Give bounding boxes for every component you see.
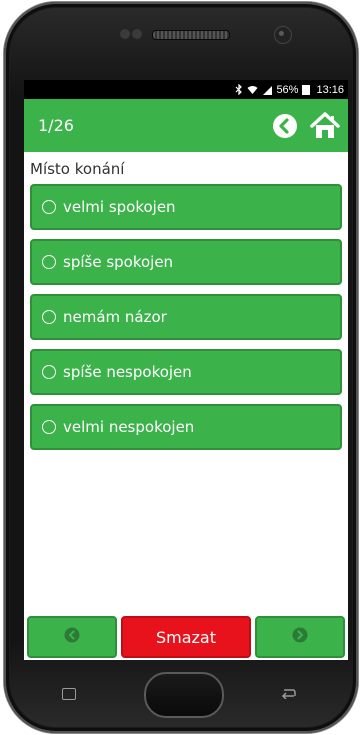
- question-title: Místo konání: [30, 160, 125, 178]
- home-icon[interactable]: [310, 111, 340, 140]
- chevron-left-circle-icon[interactable]: [272, 113, 298, 139]
- option-spise-nespokojen[interactable]: spíše nespokojen: [30, 349, 342, 395]
- bottom-navigation: Smazat: [27, 616, 345, 658]
- option-label: velmi spokojen: [63, 198, 176, 216]
- app-screen: 56% 13:16 1/26 Místo konání velmi spokoj…: [24, 80, 348, 660]
- earpiece-speaker: [152, 30, 230, 40]
- proximity-sensor: [120, 29, 130, 39]
- bluetooth-icon: [235, 84, 243, 95]
- option-label: spíše spokojen: [63, 253, 174, 271]
- chevron-right-circle-icon: [292, 627, 308, 647]
- radio-icon: [42, 420, 56, 434]
- front-camera: [274, 26, 292, 44]
- option-nemam-nazor[interactable]: nemám názor: [30, 294, 342, 340]
- battery-icon: [302, 84, 312, 95]
- radio-icon: [42, 255, 56, 269]
- option-velmi-nespokojen[interactable]: velmi nespokojen: [30, 404, 342, 450]
- option-label: spíše nespokojen: [63, 363, 192, 381]
- chevron-left-circle-icon: [64, 627, 80, 647]
- recent-apps-key[interactable]: [62, 688, 76, 700]
- question-counter: 1/26: [38, 116, 74, 135]
- option-spise-spokojen[interactable]: spíše spokojen: [30, 239, 342, 285]
- app-bar-actions: [272, 111, 340, 140]
- option-label: velmi nespokojen: [63, 418, 195, 436]
- clock: 13:16: [316, 83, 344, 96]
- back-key[interactable]: [280, 684, 296, 703]
- radio-icon: [42, 365, 56, 379]
- previous-button[interactable]: [27, 616, 117, 658]
- delete-button[interactable]: Smazat: [121, 616, 251, 658]
- battery-percent: 56%: [276, 83, 299, 96]
- radio-icon: [42, 200, 56, 214]
- light-sensor: [132, 29, 142, 39]
- next-button[interactable]: [255, 616, 345, 658]
- app-bar: 1/26: [24, 99, 348, 152]
- hardware-home-button[interactable]: [144, 672, 224, 718]
- option-label: nemám názor: [63, 308, 167, 326]
- wifi-icon: [247, 85, 258, 95]
- answer-options: velmi spokojen spíše spokojen nemám názo…: [24, 184, 348, 450]
- option-velmi-spokojen[interactable]: velmi spokojen: [30, 184, 342, 230]
- radio-icon: [42, 310, 56, 324]
- signal-icon: [262, 85, 273, 95]
- status-bar: 56% 13:16: [24, 80, 348, 99]
